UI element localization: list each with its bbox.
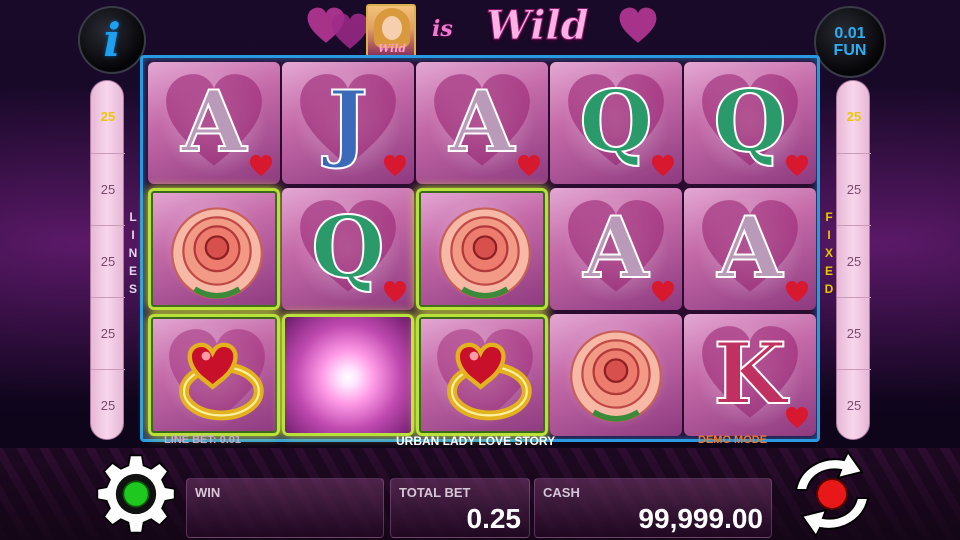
settings-button[interactable] <box>94 452 178 536</box>
line-count: 25 <box>837 153 871 223</box>
reel-symbol: A <box>148 62 280 184</box>
line-count: 25 <box>100 109 116 124</box>
rose-icon <box>171 207 263 300</box>
reel-symbol <box>282 314 414 436</box>
green-light-icon <box>122 480 150 508</box>
heart-icon <box>784 406 810 430</box>
line-count: 25 <box>91 369 125 439</box>
game-name: URBAN LADY LOVE STORY <box>396 434 556 448</box>
total-bet-field[interactable]: TOTAL BET 0.25 <box>390 478 530 538</box>
line-count: 25 <box>91 153 125 223</box>
line-count: 25 <box>837 225 871 295</box>
reel-symbol <box>416 314 548 436</box>
reel-symbol: K <box>684 314 816 436</box>
lines-letter: I <box>131 228 135 242</box>
coin-value: 0.01 <box>834 25 866 42</box>
reel-symbol <box>148 188 280 310</box>
info-icon: i <box>103 13 121 67</box>
reel-symbol: A <box>684 188 816 310</box>
fixed-letter: F <box>825 210 833 224</box>
cash-value: 99,999.00 <box>638 503 763 534</box>
line-bet: LINE BET: 0.01 <box>164 434 242 446</box>
title-is: is <box>432 16 453 42</box>
info-button[interactable]: i <box>78 6 146 74</box>
sparkle-icon <box>285 317 411 433</box>
lines-letter: L <box>129 210 137 224</box>
win-label: WIN <box>195 485 221 500</box>
reel-symbol <box>416 188 548 310</box>
heart-icon <box>516 154 542 178</box>
reel-symbol: Q <box>282 188 414 310</box>
wild-portrait: Wild <box>366 4 416 58</box>
heart-icon <box>650 154 676 178</box>
spin-button[interactable] <box>778 450 886 538</box>
heart-icon <box>784 154 810 178</box>
heart-icon <box>382 280 408 304</box>
red-light-icon <box>816 478 848 510</box>
reel-grid: AJQAQAQAK <box>140 55 820 442</box>
line-count: 25 <box>837 297 871 367</box>
portrait-caption: Wild <box>377 42 407 55</box>
demo-mode-label: DEMO MODE <box>698 434 768 446</box>
line-count: 25 <box>91 297 125 367</box>
heart-icon <box>330 12 370 52</box>
lines-letter: N <box>128 246 138 260</box>
lines-strip: 25 25 25 25 25 <box>90 80 125 440</box>
ring-icon <box>447 342 532 421</box>
rose-icon <box>439 207 531 300</box>
heart-icon <box>784 280 810 304</box>
lines-label: L I N E S <box>127 208 139 298</box>
coin-unit: FUN <box>833 42 867 59</box>
reel-symbol: Q <box>684 62 816 184</box>
reel-symbol: A <box>416 62 548 184</box>
line-count: 25 <box>846 109 862 124</box>
reel-symbol: Q <box>550 62 682 184</box>
line-count: 25 <box>91 225 125 295</box>
cash-label: CASH <box>543 485 580 500</box>
fixed-letter: D <box>824 282 834 296</box>
heart-icon <box>650 280 676 304</box>
reel-symbol: J <box>282 62 414 184</box>
title-wild: Wild <box>486 2 590 50</box>
lines-letter: S <box>128 282 137 296</box>
fixed-letter: X <box>824 246 833 260</box>
win-field: WIN <box>186 478 384 538</box>
heart-icon <box>248 154 274 178</box>
reel-symbol <box>550 314 682 436</box>
cash-field: CASH 99,999.00 <box>534 478 772 538</box>
heart-icon <box>382 154 408 178</box>
ring-icon <box>179 342 264 421</box>
rose-icon <box>570 330 662 423</box>
reel-symbol: A <box>550 188 682 310</box>
line-count: 25 <box>837 369 871 439</box>
lines-letter: E <box>128 264 137 278</box>
reel-symbol <box>148 314 280 436</box>
coin-value-button[interactable]: 0.01 FUN <box>814 6 886 78</box>
heart-icon <box>618 6 658 46</box>
game-logo: Wild is Wild <box>300 2 660 58</box>
fixed-letter: E <box>824 264 833 278</box>
total-bet-label: TOTAL BET <box>399 485 471 500</box>
total-bet-value: 0.25 <box>466 503 522 534</box>
fixed-letter: I <box>827 228 831 242</box>
fixed-label: F I X E D <box>823 208 835 298</box>
fixed-strip: 25 25 25 25 25 <box>836 80 871 440</box>
